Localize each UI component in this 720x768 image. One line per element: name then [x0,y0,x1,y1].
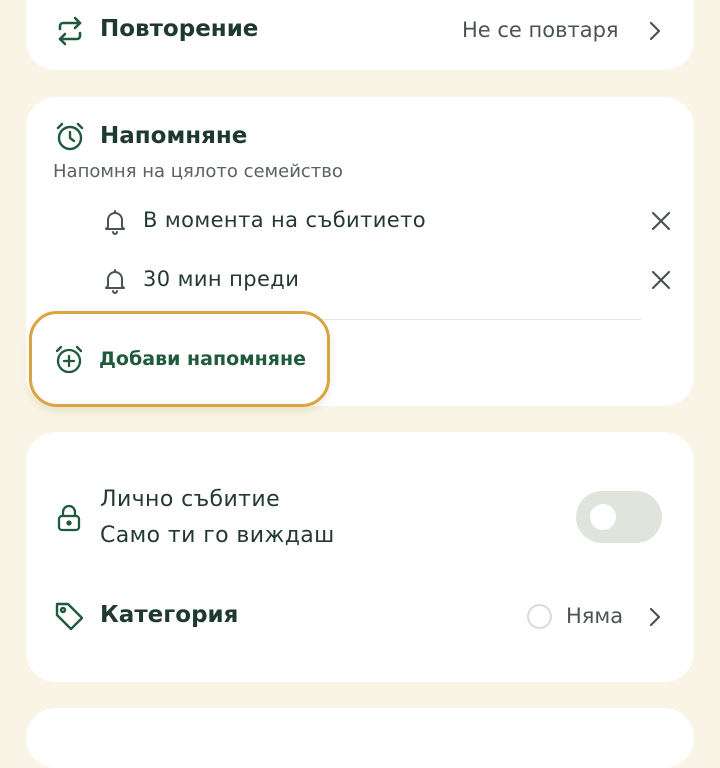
alarm-add-icon[interactable] [54,345,84,375]
reminder-item-label: В момента на събитието [143,208,426,232]
private-event-toggle[interactable] [576,491,662,543]
bell-icon [103,268,127,294]
reminder-subtitle: Напомня на цялото семейство [53,161,343,182]
close-icon[interactable] [650,269,672,291]
category-value[interactable]: Няма [566,604,623,628]
bell-icon [103,209,127,235]
category-label[interactable]: Категория [100,602,238,628]
chevron-right-icon[interactable] [647,606,663,628]
repeat-icon [54,15,86,47]
add-reminder-label[interactable]: Добави напомняне [99,348,306,370]
reminder-item-label: 30 мин преди [143,267,300,291]
private-event-title: Лично събитие [100,487,281,512]
close-icon[interactable] [650,210,672,232]
tag-icon [53,600,85,632]
repeat-label[interactable]: Повторение [100,16,258,42]
private-event-subtitle: Само ти го виждаш [100,523,335,548]
category-color-swatch [527,604,552,629]
reminder-title: Напомняне [100,123,248,149]
chevron-right-icon[interactable] [647,20,663,42]
lock-icon [56,503,82,533]
toggle-knob [590,504,616,530]
privacy-card [26,432,694,682]
next-card [26,708,694,768]
repeat-value[interactable]: Не се повтаря [462,18,619,42]
alarm-clock-icon [54,121,86,153]
